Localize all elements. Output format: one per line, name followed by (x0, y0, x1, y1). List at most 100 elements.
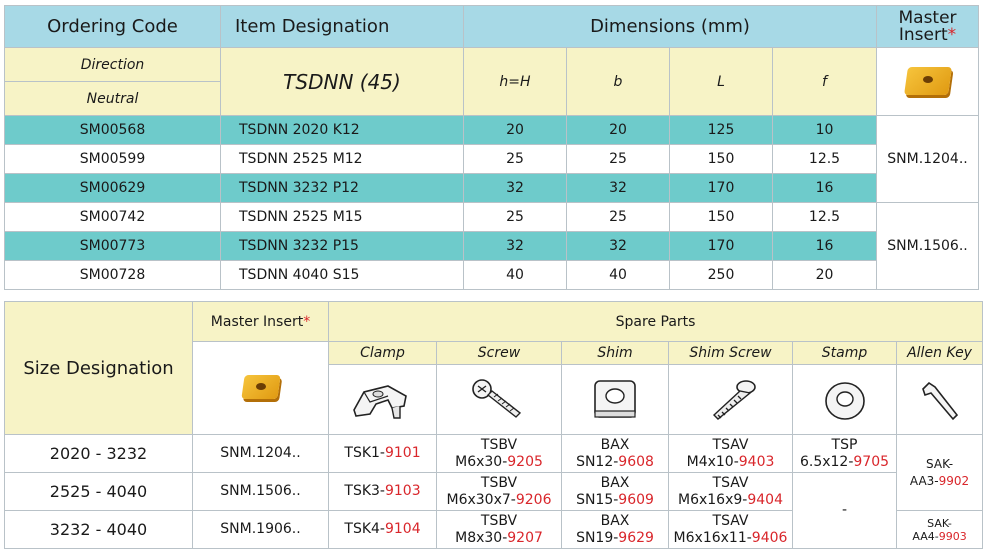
h-cell: 32 (463, 173, 567, 203)
table-row: 2020 - 3232 SNM.1204.. TSK1-9101 TSBV M6x… (4, 434, 984, 511)
ordering-code-cell: SM00599 (4, 144, 221, 174)
dim-col-b: b (566, 47, 670, 116)
part-code: AA3- (909, 473, 939, 488)
part-code: SN15- (576, 491, 619, 508)
h-cell: 32 (463, 231, 567, 261)
part-code: AA4- (912, 529, 939, 543)
dim-col-f: f (771, 47, 878, 116)
table-row: SM00742 TSDNN 2525 M15 25 25 150 12.5 SN… (4, 202, 980, 290)
allen-key-image (895, 364, 984, 435)
part-code: M6x30x7- (446, 491, 516, 508)
header-dimensions: Dimensions (mm) (462, 5, 878, 48)
table-row: SM00599 TSDNN 2525 M12 25 25 150 12.5 (4, 144, 979, 174)
part-number: 9705 (853, 453, 890, 470)
part-number: 9608 (618, 453, 654, 470)
shim-icon (594, 379, 636, 418)
l-cell: 250 (669, 260, 773, 290)
col-screw: Screw (436, 341, 562, 365)
part-code: M8x30- (455, 529, 508, 546)
allen-key-cell: SAK- AA3-9902 (895, 434, 984, 511)
b-cell: 40 (566, 260, 670, 290)
dim-col-h: h=H (463, 47, 567, 116)
header-master-insert: Master Insert* (876, 5, 980, 48)
master-insert-label: Master Insert (210, 313, 304, 330)
h-cell: 40 (463, 260, 567, 290)
clamp-cell: TSK4-9104 (328, 510, 437, 549)
b-cell: 20 (566, 115, 670, 145)
f-cell: 16 (771, 173, 878, 203)
part-number: 9902 (938, 473, 970, 488)
insert-cell: SNM.1204.. (192, 434, 329, 473)
part-type: TSBV (480, 436, 518, 453)
screw-image (436, 364, 562, 435)
table-row: SM00773 TSDNN 3232 P15 32 32 170 16 (4, 231, 979, 261)
spare-parts-table: Size Designation Master Insert* Spare Pa… (4, 301, 984, 549)
clamp-cell: TSK1-9101 (328, 434, 437, 473)
part-type: BAX (600, 512, 630, 529)
neutral-label: Neutral (4, 81, 221, 116)
col-clamp: Clamp (328, 341, 437, 365)
l-cell: 150 (669, 144, 773, 174)
stamp-cell: TSP 6.5x12-9705 (792, 434, 897, 473)
part-code: TSK4- (344, 521, 385, 537)
f-cell: 12.5 (771, 202, 878, 232)
part-number: 9403 (738, 453, 775, 470)
series-label: TSDNN (45) (220, 47, 464, 116)
item-cell: TSDNN 2525 M15 (220, 202, 464, 232)
clamp-icon (352, 384, 407, 419)
insert-group-cell: SNM.1204.. (876, 115, 980, 203)
shim-cell: BAX SN15-9609 (561, 472, 669, 511)
insert-label: Insert (898, 24, 948, 45)
master-insert-image (876, 47, 980, 116)
insert-cell: SNM.1906.. (192, 510, 329, 549)
table-row: SM00568 TSDNN 2020 K12 20 20 125 10 SNM.… (4, 115, 980, 203)
ordering-code-cell: SM00629 (4, 173, 221, 203)
part-code: TSK3- (344, 483, 385, 499)
part-code: 6.5x12- (799, 453, 854, 470)
col-shim-screw: Shim Screw (668, 341, 793, 365)
l-cell: 170 (669, 173, 773, 203)
f-cell: 20 (771, 260, 878, 290)
col-shim: Shim (561, 341, 669, 365)
part-number: 9404 (747, 491, 783, 508)
part-number: 9205 (507, 453, 543, 470)
allen-key-cell: SAK- AA4-9903 (895, 510, 984, 549)
col-stamp: Stamp (792, 341, 897, 365)
shim-screw-cell: TSAV M6x16x9-9404 (668, 472, 793, 511)
header-master-insert: Master Insert* (192, 301, 329, 342)
part-code: SN12- (576, 453, 619, 470)
insert-cell: SNM.1506.. (192, 472, 329, 511)
h-cell: 25 (463, 202, 567, 232)
header-spare-parts: Spare Parts (327, 301, 984, 342)
part-number: 9629 (618, 529, 654, 546)
h-cell: 25 (463, 144, 567, 174)
ordering-code-cell: SM00568 (4, 115, 221, 145)
table-row: 2525 - 4040 SNM.1506.. TSK3-9103 TSBV M6x… (4, 472, 983, 549)
master-insert-image (192, 341, 329, 435)
asterisk: * (947, 24, 957, 45)
header-ordering-code: Ordering Code (4, 5, 221, 48)
h-cell: 20 (463, 115, 567, 145)
part-code: M6x16x9- (678, 491, 748, 508)
shim-screw-image (668, 364, 793, 435)
l-cell: 150 (669, 202, 773, 232)
part-number: 9406 (751, 529, 788, 546)
tool-holder-table: Ordering Code Item Designation Dimension… (4, 5, 980, 290)
clamp-cell: TSK3-9103 (328, 472, 437, 511)
ordering-code-cell: SM00728 (4, 260, 221, 290)
dim-col-l: L (669, 47, 773, 116)
part-number: 9609 (618, 491, 654, 508)
item-cell: TSDNN 3232 P15 (220, 231, 464, 261)
shim-image (561, 364, 669, 435)
part-type: TSP (831, 436, 858, 453)
part-type: SAK- (926, 456, 954, 471)
shim-screw-cell: TSAV M6x16x11-9406 (668, 510, 793, 549)
screw-cell: TSBV M6x30x7-9206 (436, 472, 562, 511)
shim-cell: BAX SN12-9608 (561, 434, 669, 473)
part-type: TSAV (712, 474, 749, 491)
part-number: 9103 (384, 483, 421, 499)
insert-icon (902, 65, 954, 99)
asterisk: * (303, 313, 311, 330)
part-type: TSAV (712, 436, 749, 453)
f-cell: 16 (771, 231, 878, 261)
